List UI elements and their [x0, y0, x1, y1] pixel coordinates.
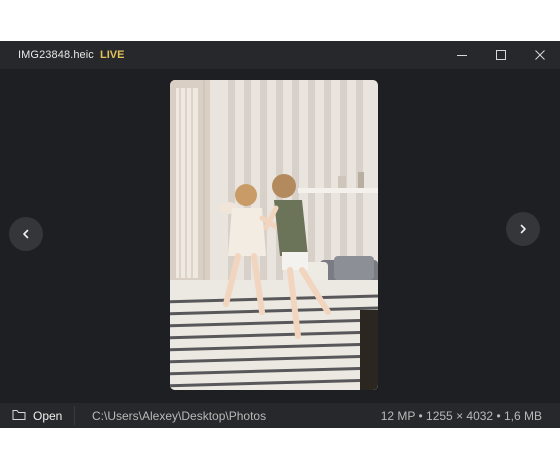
status-bar: Open C:\Users\Alexey\Desktop\Photos 12 M…	[0, 403, 560, 428]
open-button[interactable]: Open	[0, 403, 74, 428]
open-label: Open	[33, 409, 63, 423]
maximize-icon	[496, 50, 506, 60]
image-viewport	[0, 69, 560, 403]
image-info: 12 MP • 1255 × 4032 • 1,6 MB	[380, 409, 542, 423]
file-path[interactable]: C:\Users\Alexey\Desktop\Photos	[92, 409, 266, 423]
chevron-right-icon	[520, 224, 526, 234]
close-button[interactable]	[520, 41, 560, 69]
photo-viewer-window: IMG23848.heic LIVE Open C:\Users\Alexey\…	[0, 41, 560, 428]
folder-icon	[12, 410, 26, 420]
window-title: IMG23848.heic	[18, 49, 94, 61]
close-icon	[535, 50, 545, 60]
minimize-button[interactable]	[442, 41, 482, 69]
live-badge[interactable]: LIVE	[100, 49, 124, 61]
maximize-button[interactable]	[481, 41, 521, 69]
minimize-icon	[457, 55, 467, 56]
next-image-button[interactable]	[506, 212, 540, 246]
photo-image	[170, 80, 378, 390]
previous-image-button[interactable]	[9, 217, 43, 251]
title-bar[interactable]: IMG23848.heic LIVE	[0, 41, 560, 69]
chevron-left-icon	[23, 229, 29, 239]
photo	[170, 80, 378, 390]
divider	[74, 406, 75, 425]
